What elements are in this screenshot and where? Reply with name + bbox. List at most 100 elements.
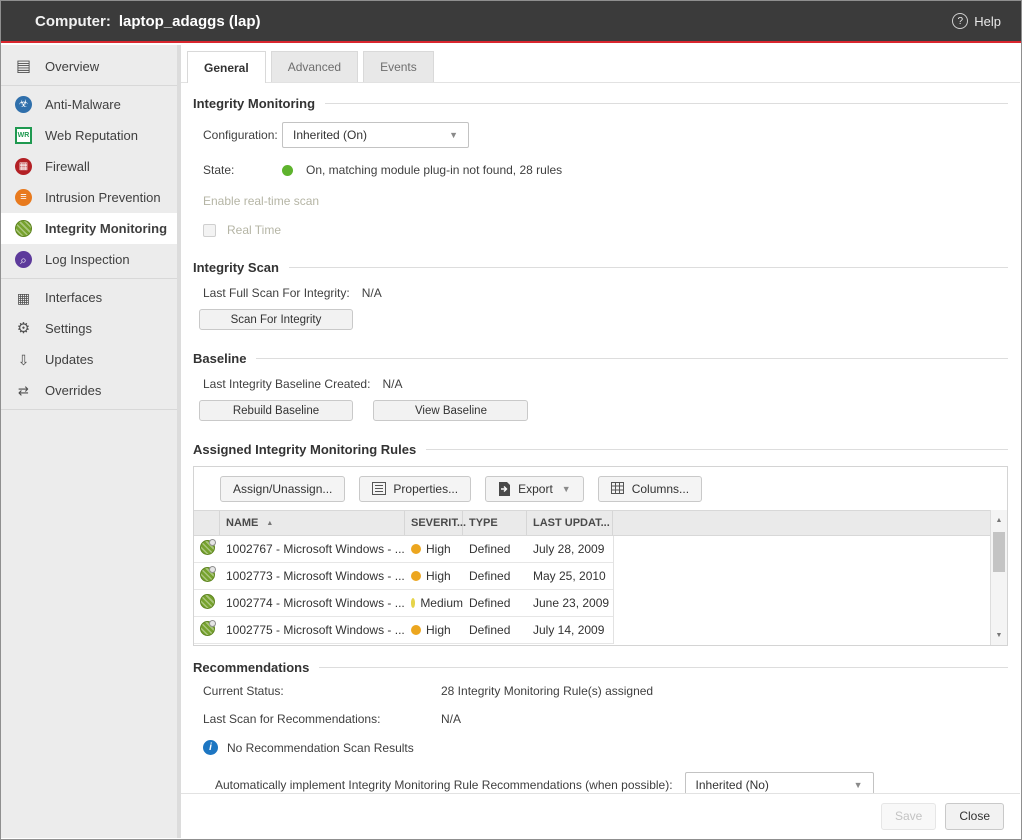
computer-editor-window: Computer: laptop_adaggs (lap) ? Help ▤ Ov…	[0, 0, 1022, 840]
content-area: GeneralAdvancedEvents Integrity Monitori…	[181, 45, 1020, 838]
tab-advanced[interactable]: Advanced	[271, 51, 358, 82]
computer-name: laptop_adaggs (lap)	[119, 13, 261, 30]
table-row[interactable]: 1002774 - Microsoft Windows - ...MediumD…	[194, 590, 613, 617]
no-recommendation-results-label: No Recommendation Scan Results	[227, 741, 414, 755]
rule-icon-cell	[194, 594, 220, 612]
biohazard-icon: ☣	[15, 96, 32, 113]
sidebar-item-web-reputation[interactable]: WR Web Reputation	[1, 120, 177, 151]
sidebar-item-intrusion-prevention[interactable]: ≡Intrusion Prevention	[1, 182, 177, 213]
auto-implement-label: Automatically implement Integrity Monito…	[215, 778, 673, 792]
column-header-type[interactable]: TYPE	[463, 511, 527, 535]
rules-table-scrollbar[interactable]: ▲ ▼	[990, 510, 1007, 645]
severity-dot-icon	[411, 598, 415, 608]
rule-badge-icon	[209, 620, 216, 627]
real-time-checkbox[interactable]	[203, 224, 216, 237]
rule-last-updated: July 28, 2009	[527, 542, 613, 556]
column-header-filler	[613, 511, 990, 535]
tab-general[interactable]: General	[187, 51, 266, 83]
sidebar-item-label: Integrity Monitoring	[45, 221, 167, 236]
help-label: Help	[974, 14, 1001, 29]
sidebar-item-label: Overview	[45, 59, 99, 74]
rule-badge-icon	[209, 539, 216, 546]
column-header-last-updated[interactable]: LAST UPDAT...	[527, 511, 613, 535]
integrity-rule-icon	[200, 540, 215, 555]
integrity-rule-icon	[200, 621, 215, 636]
table-row[interactable]: 1002775 - Microsoft Windows - ...HighDef…	[194, 617, 613, 644]
sidebar-item-label: Intrusion Prevention	[45, 190, 161, 205]
gear-icon: ⚙	[15, 320, 32, 337]
sidebar-item-integrity-monitoring[interactable]: Integrity Monitoring	[1, 213, 177, 244]
table-row[interactable]: 1002767 - Microsoft Windows - ...HighDef…	[194, 536, 613, 563]
rule-last-updated: June 23, 2009	[527, 596, 613, 610]
wr-badge-icon: WR	[15, 127, 32, 144]
sidebar: ▤ Overview ☣Anti-Malware WR Web Reputation ▦F…	[1, 45, 177, 838]
sidebar-item-firewall[interactable]: ▦Firewall	[1, 151, 177, 182]
view-baseline-button[interactable]: View Baseline	[373, 400, 528, 421]
column-header-label: TYPE	[469, 517, 498, 529]
current-status-value: 28 Integrity Monitoring Rule(s) assigned	[441, 684, 653, 698]
column-header-name[interactable]: NAME ▲	[220, 511, 405, 535]
properties-button[interactable]: Properties...	[359, 476, 471, 502]
tab-events[interactable]: Events	[363, 51, 434, 82]
rule-badge-icon	[209, 566, 216, 573]
sidebar-item-updates[interactable]: ⇩ Updates	[1, 344, 177, 375]
sidebar-item-overview[interactable]: ▤ Overview	[1, 51, 177, 82]
section-title-assigned-rules: Assigned Integrity Monitoring Rules	[193, 442, 1008, 457]
sort-ascending-icon: ▲	[266, 520, 273, 527]
scrollbar-thumb[interactable]	[993, 532, 1005, 572]
real-time-checkbox-label: Real Time	[227, 223, 281, 237]
close-button[interactable]: Close	[945, 803, 1004, 830]
computer-label: Computer:	[35, 13, 111, 30]
main-scroll-area: Integrity Monitoring Configuration: Inhe…	[181, 83, 1020, 793]
sidebar-divider	[1, 85, 177, 86]
computer-icon: ▤	[15, 58, 32, 75]
sidebar-item-overrides[interactable]: ⇄Overrides	[1, 375, 177, 406]
section-title-integrity-scan: Integrity Scan	[193, 260, 1008, 275]
sidebar-item-label: Firewall	[45, 159, 90, 174]
rebuild-baseline-button[interactable]: Rebuild Baseline	[199, 400, 353, 421]
properties-list-icon	[372, 482, 386, 495]
sidebar-item-label: Web Reputation	[45, 128, 138, 143]
column-header-label: LAST UPDAT...	[533, 517, 610, 529]
rule-severity: Medium	[405, 596, 463, 610]
state-on-dot-icon	[282, 165, 293, 176]
section-title-integrity-monitoring: Integrity Monitoring	[193, 96, 1008, 111]
rules-toolbar: Assign/Unassign... Properties... Export	[194, 467, 1007, 510]
export-chevron-down-icon: ▼	[562, 484, 571, 494]
save-button[interactable]: Save	[881, 803, 936, 830]
scan-for-integrity-button[interactable]: Scan For Integrity	[199, 309, 353, 330]
rule-icon-cell	[194, 540, 220, 558]
assign-unassign-button[interactable]: Assign/Unassign...	[220, 476, 345, 502]
last-full-scan-label: Last Full Scan For Integrity:	[203, 286, 350, 300]
assign-unassign-label: Assign/Unassign...	[233, 482, 332, 496]
column-header-icon[interactable]	[194, 511, 220, 535]
columns-label: Columns...	[632, 482, 689, 496]
export-button[interactable]: Export ▼	[485, 476, 584, 502]
scrollbar-down-arrow-icon[interactable]: ▼	[991, 628, 1007, 642]
help-button[interactable]: ? Help	[952, 13, 1001, 29]
auto-implement-dropdown[interactable]: Inherited (No) ▼	[685, 772, 874, 793]
sidebar-item-interfaces[interactable]: ▦Interfaces	[1, 282, 177, 313]
configuration-dropdown[interactable]: Inherited (On) ▼	[282, 122, 469, 148]
sidebar-divider	[1, 409, 177, 410]
sidebar-item-anti-malware[interactable]: ☣Anti-Malware	[1, 89, 177, 120]
sidebar-item-settings[interactable]: ⚙Settings	[1, 313, 177, 344]
current-status-label: Current Status:	[203, 684, 441, 698]
sidebar-item-log-inspection[interactable]: ⌕Log Inspection	[1, 244, 177, 275]
column-header-severity[interactable]: SEVERIT...	[405, 511, 463, 535]
rule-name: 1002774 - Microsoft Windows - ...	[220, 596, 405, 610]
table-row[interactable]: 1002773 - Microsoft Windows - ...HighDef…	[194, 563, 613, 590]
columns-button[interactable]: Columns...	[598, 476, 702, 502]
info-icon: i	[203, 740, 218, 755]
column-header-label: NAME	[226, 517, 258, 529]
sidebar-item-label: Updates	[45, 352, 93, 367]
server-download-icon: ⇩	[15, 351, 32, 368]
rule-type: Defined	[463, 623, 527, 637]
rule-type: Defined	[463, 596, 527, 610]
rule-name: 1002773 - Microsoft Windows - ...	[220, 569, 405, 583]
severity-dot-icon	[411, 625, 421, 635]
sidebar-item-label: Interfaces	[45, 290, 102, 305]
rule-severity: High	[405, 623, 463, 637]
scrollbar-up-arrow-icon[interactable]: ▲	[991, 513, 1007, 527]
severity-dot-icon	[411, 544, 421, 554]
